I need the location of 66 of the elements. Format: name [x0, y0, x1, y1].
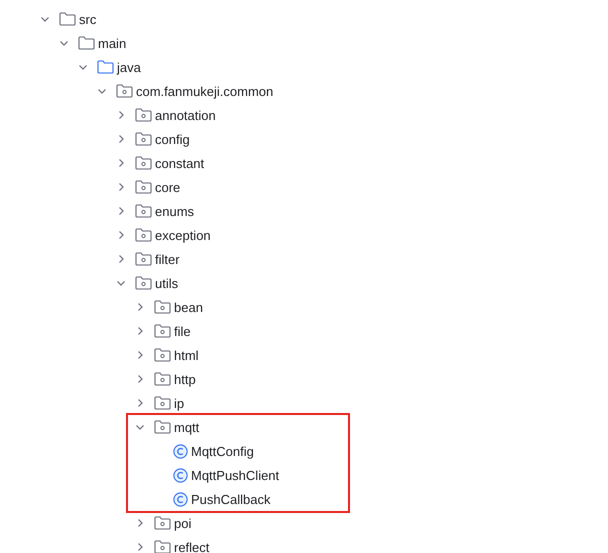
package-icon: [154, 324, 171, 338]
chevron-down-icon[interactable]: [40, 14, 50, 24]
package-icon: [154, 372, 171, 386]
tree-item-label[interactable]: constant: [155, 156, 204, 170]
tree-item-label[interactable]: PushCallback: [191, 492, 270, 506]
chevron-right-icon[interactable]: [116, 110, 126, 120]
chevron-right-icon[interactable]: [116, 182, 126, 192]
chevron-right-icon[interactable]: [116, 134, 126, 144]
tree-item-label[interactable]: html: [174, 348, 199, 362]
package-icon: [154, 516, 171, 530]
package-icon: [135, 156, 152, 170]
chevron-right-icon[interactable]: [135, 350, 145, 360]
package-icon: [135, 108, 152, 122]
tree-item-label[interactable]: reflect: [174, 540, 210, 553]
chevron-right-icon[interactable]: [116, 254, 126, 264]
package-icon: [116, 84, 133, 98]
tree-item-label[interactable]: MqttConfig: [191, 444, 254, 458]
chevron-down-icon[interactable]: [116, 278, 126, 288]
tree-item-label[interactable]: ip: [174, 396, 184, 410]
chevron-down-icon[interactable]: [59, 38, 69, 48]
package-icon: [154, 300, 171, 314]
class-icon: [173, 468, 188, 482]
tree-item-label[interactable]: core: [155, 180, 180, 194]
folder-icon: [78, 36, 95, 50]
tree-item-label[interactable]: file: [174, 324, 191, 338]
package-icon: [154, 396, 171, 410]
tree-item-label[interactable]: annotation: [155, 108, 216, 122]
tree-item-label[interactable]: config: [155, 132, 190, 146]
folder-icon: [97, 60, 114, 74]
chevron-right-icon[interactable]: [116, 158, 126, 168]
tree-item-label[interactable]: MqttPushClient: [191, 468, 280, 482]
chevron-down-icon[interactable]: [135, 422, 145, 432]
tree-item-label[interactable]: src: [79, 12, 96, 26]
package-icon: [135, 228, 152, 242]
package-icon: [135, 252, 152, 266]
class-icon: [173, 444, 188, 458]
package-icon: [135, 276, 152, 290]
chevron-right-icon[interactable]: [135, 398, 145, 408]
tree-item-label[interactable]: java: [117, 60, 141, 74]
package-icon: [154, 420, 171, 434]
tree-item-label[interactable]: exception: [155, 228, 211, 242]
tree-item-label[interactable]: main: [98, 36, 126, 50]
tree-item-label[interactable]: http: [174, 372, 196, 386]
package-icon: [135, 204, 152, 218]
folder-icon: [59, 12, 76, 26]
tree-item-label[interactable]: filter: [155, 252, 180, 266]
class-icon: [173, 492, 188, 506]
chevron-down-icon[interactable]: [97, 86, 107, 96]
chevron-right-icon[interactable]: [135, 326, 145, 336]
tree-item-label[interactable]: bean: [174, 300, 203, 314]
chevron-right-icon[interactable]: [135, 374, 145, 384]
chevron-right-icon[interactable]: [116, 230, 126, 240]
package-icon: [135, 180, 152, 194]
tree-item-label[interactable]: enums: [155, 204, 194, 218]
package-icon: [135, 132, 152, 146]
chevron-right-icon[interactable]: [135, 542, 145, 552]
chevron-right-icon[interactable]: [135, 302, 145, 312]
tree-item-label[interactable]: mqtt: [174, 420, 200, 434]
package-icon: [154, 348, 171, 362]
chevron-down-icon[interactable]: [78, 62, 88, 72]
tree-item-label[interactable]: poi: [174, 516, 192, 530]
chevron-right-icon[interactable]: [135, 518, 145, 528]
package-icon: [154, 540, 171, 553]
tree-item-label[interactable]: com.fanmukeji.common: [136, 84, 274, 98]
tree-item-label[interactable]: utils: [155, 276, 178, 290]
chevron-right-icon[interactable]: [116, 206, 126, 216]
